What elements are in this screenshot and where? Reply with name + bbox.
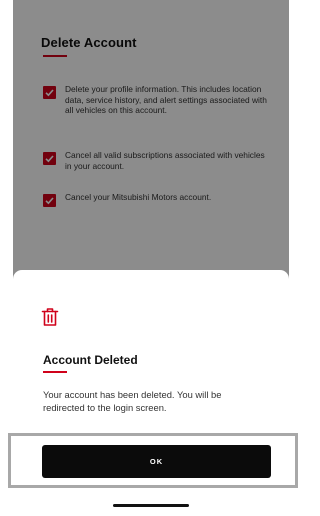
title-underline <box>43 371 67 373</box>
phone-screen: Delete Account Delete your profile infor… <box>13 0 289 516</box>
ok-button[interactable]: OK <box>42 445 271 478</box>
trash-icon <box>41 307 59 327</box>
home-indicator <box>113 504 189 507</box>
account-deleted-sheet: Account Deleted Your account has been de… <box>13 270 289 516</box>
dialog-title: Account Deleted <box>43 353 138 367</box>
dialog-message: Your account has been deleted. You will … <box>43 389 222 413</box>
